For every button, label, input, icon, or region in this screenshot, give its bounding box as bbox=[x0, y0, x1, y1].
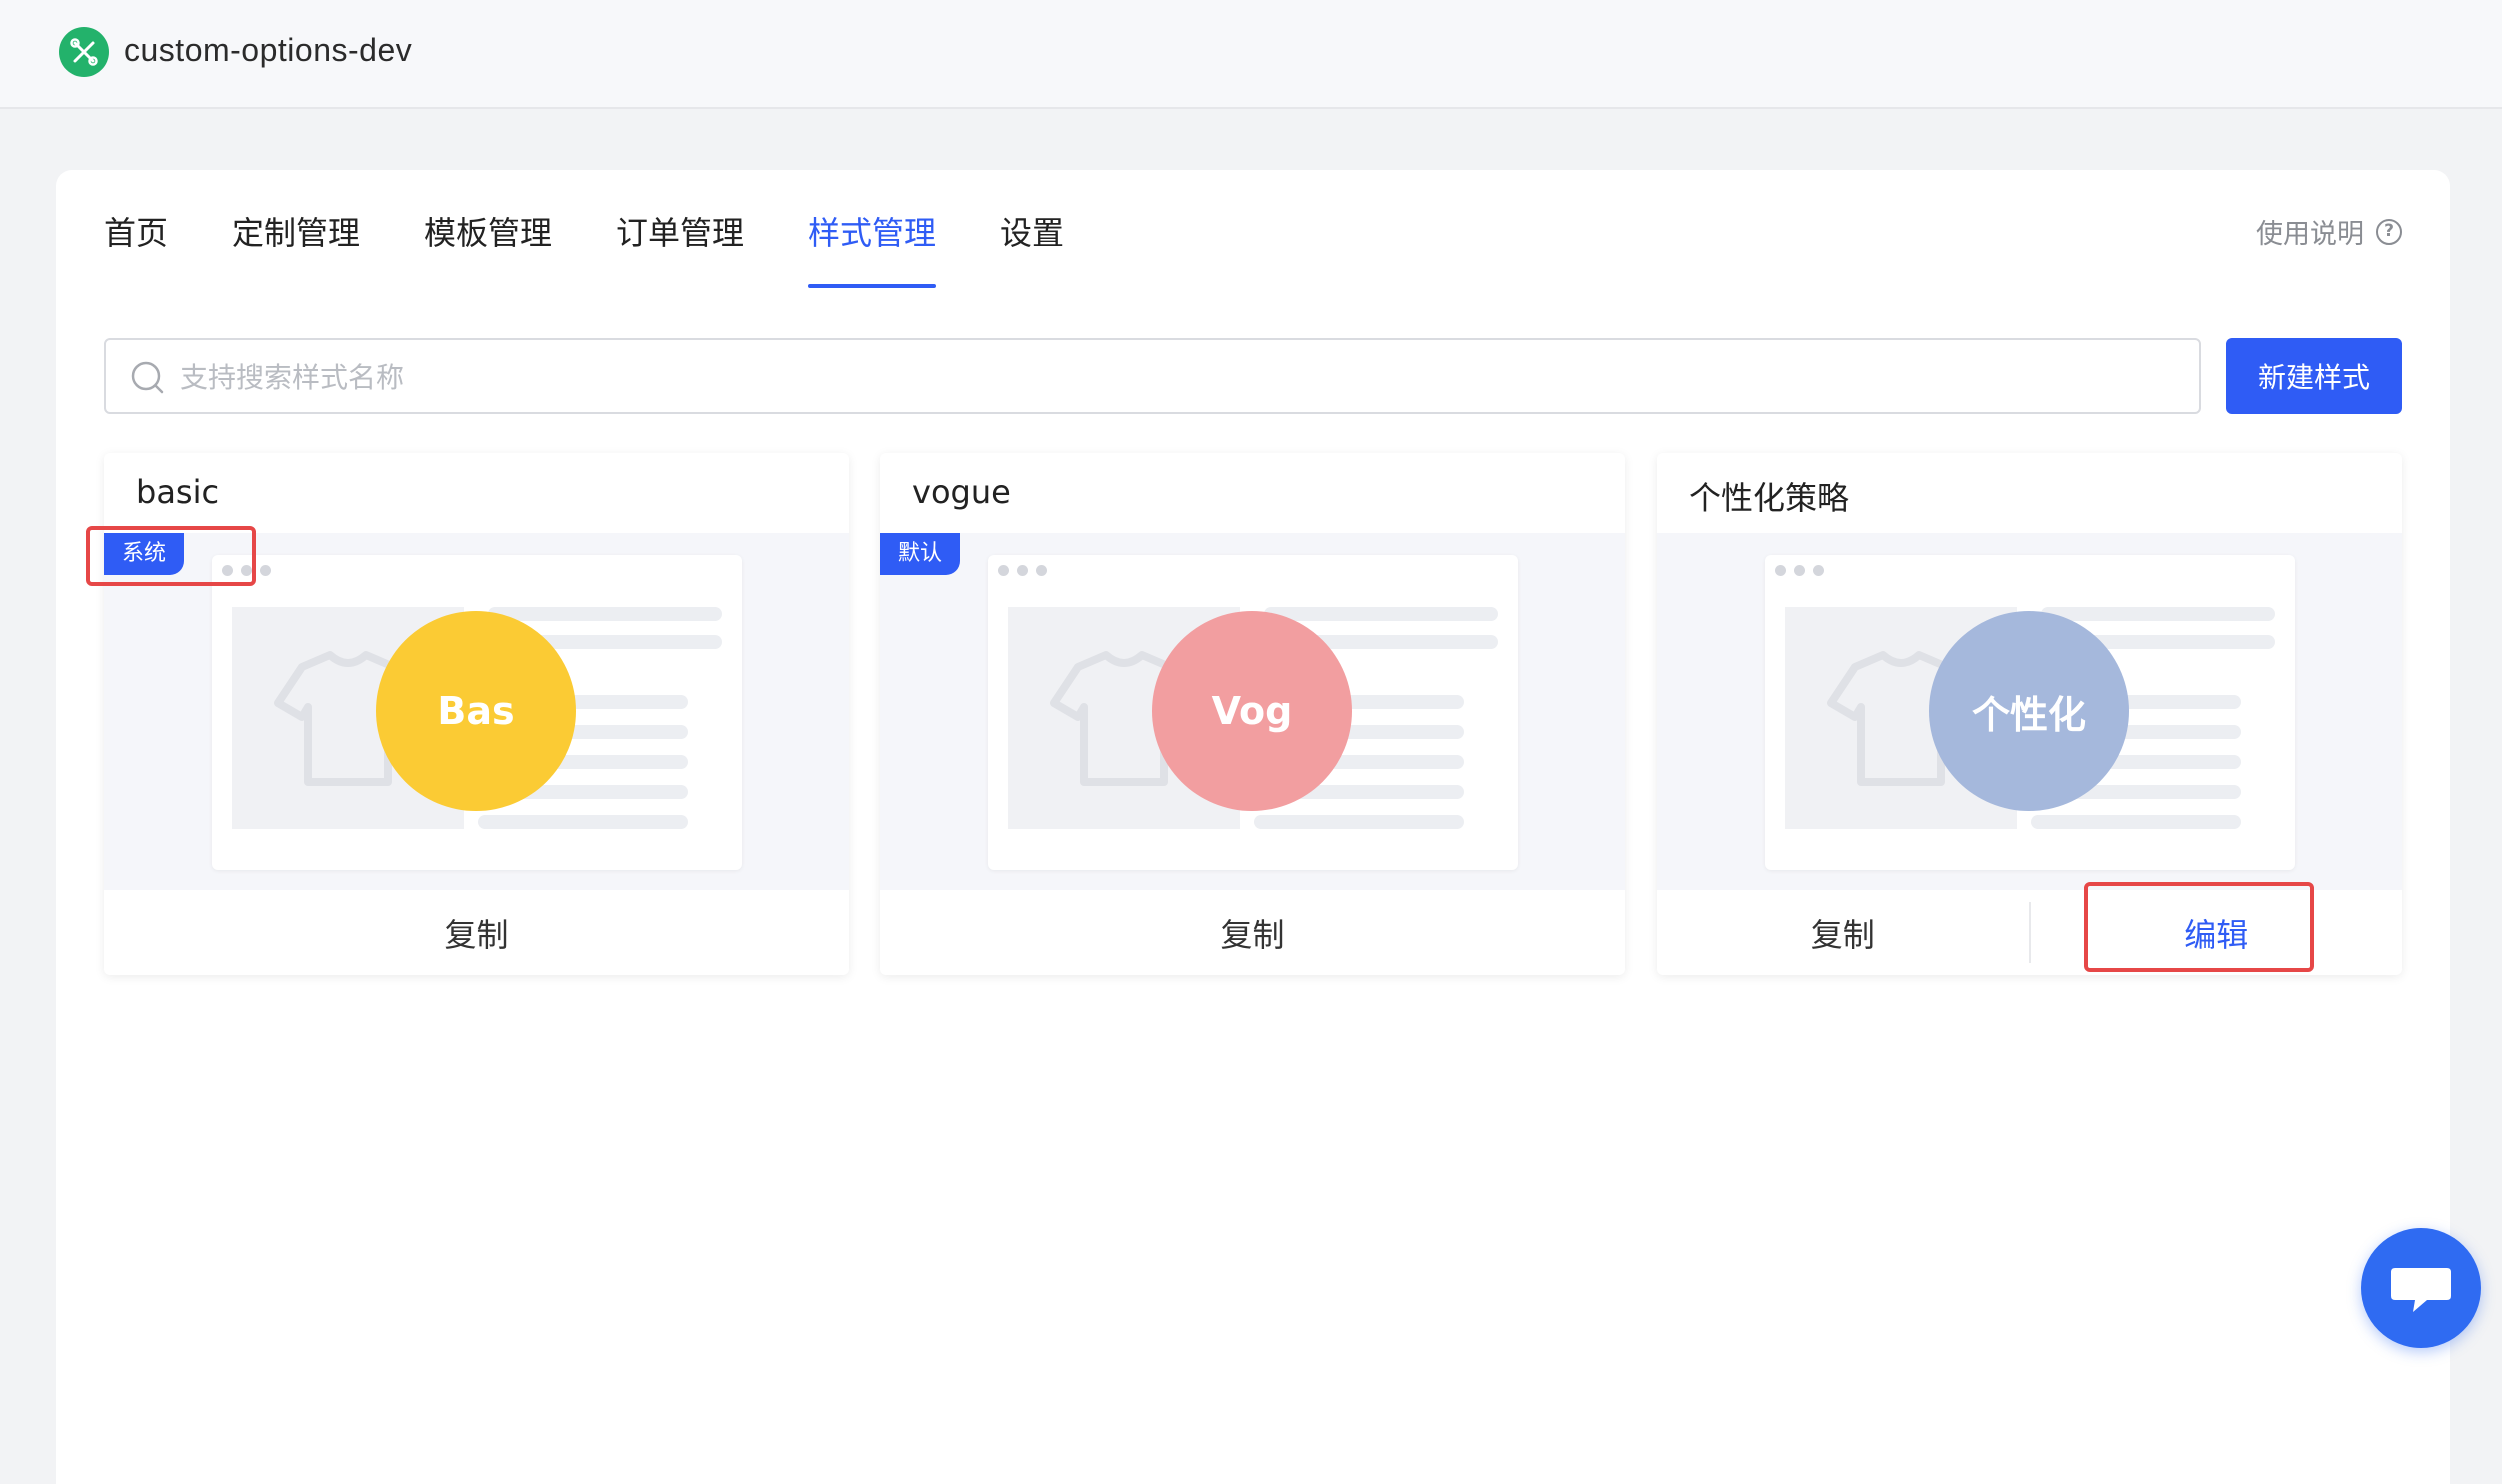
card-title: 个性化策略 bbox=[1689, 479, 1850, 517]
main-nav: 首页 定制管理 模板管理 订单管理 样式管理 设置 使用说明 ? bbox=[56, 170, 2450, 290]
card-title: basic bbox=[136, 473, 220, 511]
tab-home[interactable]: 首页 bbox=[104, 208, 168, 260]
copy-button[interactable]: 复制 bbox=[880, 890, 1625, 975]
chat-button[interactable] bbox=[2361, 1228, 2481, 1348]
style-card-vogue: vogue 默认 Vog 复制 bbox=[880, 453, 1625, 975]
main-panel: 首页 定制管理 模板管理 订单管理 样式管理 设置 使用说明 ? 新建样式 ba… bbox=[56, 170, 2450, 1484]
card-title: vogue bbox=[912, 473, 1011, 511]
preview-mockup: Vog bbox=[988, 555, 1518, 870]
copy-button[interactable]: 复制 bbox=[1657, 890, 2029, 975]
chat-bubble-icon bbox=[2391, 1268, 2451, 1312]
style-card-personalized: 个性化策略 个性化 复制 编辑 bbox=[1657, 453, 2402, 975]
card-preview: Bas bbox=[104, 533, 849, 890]
search-icon bbox=[131, 361, 164, 394]
style-avatar: Vog bbox=[1152, 611, 1352, 811]
card-footer: 复制 bbox=[104, 890, 849, 975]
new-style-button[interactable]: 新建样式 bbox=[2226, 338, 2402, 414]
preview-mockup: 个性化 bbox=[1765, 555, 2295, 870]
tools-icon bbox=[59, 27, 109, 77]
tab-styles[interactable]: 样式管理 bbox=[808, 208, 937, 288]
style-card-basic: basic 系统 Bas 复制 bbox=[104, 453, 849, 975]
edit-button[interactable]: 编辑 bbox=[2031, 890, 2403, 975]
tab-customization[interactable]: 定制管理 bbox=[232, 208, 360, 260]
search-box bbox=[104, 338, 2201, 414]
card-footer: 复制 bbox=[880, 890, 1625, 975]
top-bar: custom-options-dev bbox=[0, 0, 2502, 109]
style-avatar: 个性化 bbox=[1929, 611, 2129, 811]
tab-settings[interactable]: 设置 bbox=[1000, 208, 1064, 260]
tab-templates[interactable]: 模板管理 bbox=[424, 208, 552, 260]
card-footer: 复制 编辑 bbox=[1657, 890, 2402, 975]
app-title: custom-options-dev bbox=[124, 32, 413, 68]
copy-button[interactable]: 复制 bbox=[104, 890, 849, 975]
card-preview: 个性化 bbox=[1657, 533, 2402, 890]
preview-mockup: Bas bbox=[212, 555, 742, 870]
system-badge: 系统 bbox=[104, 533, 184, 575]
style-avatar: Bas bbox=[376, 611, 576, 811]
question-circle-icon: ? bbox=[2376, 218, 2402, 245]
tab-orders[interactable]: 订单管理 bbox=[616, 208, 744, 260]
search-input[interactable] bbox=[180, 350, 2140, 404]
default-badge: 默认 bbox=[880, 533, 960, 575]
help-link[interactable]: 使用说明 ? bbox=[2256, 212, 2402, 251]
card-preview: Vog bbox=[880, 533, 1625, 890]
help-label: 使用说明 bbox=[2256, 219, 2364, 250]
